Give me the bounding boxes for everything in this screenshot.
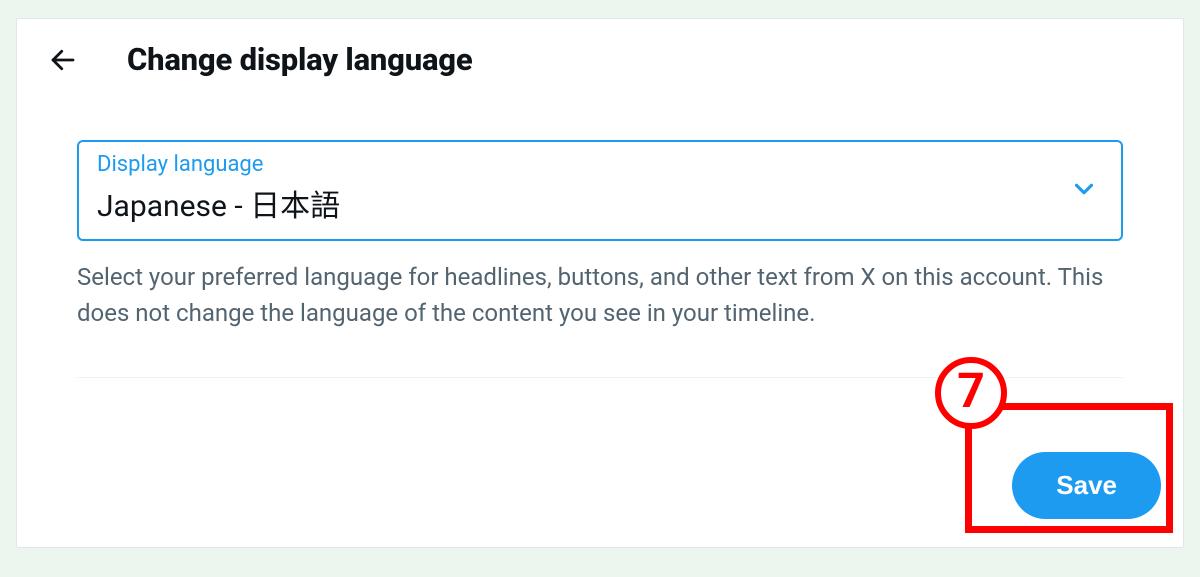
select-value: Japanese - 日本語: [97, 181, 1103, 225]
back-button[interactable]: [47, 44, 79, 76]
arrow-left-icon: [48, 45, 78, 75]
select-label: Display language: [97, 152, 1103, 177]
settings-card: Change display language Display language…: [16, 18, 1184, 548]
save-button[interactable]: Save: [1012, 452, 1161, 519]
divider: [77, 377, 1123, 378]
content-area: Display language Japanese - 日本語 Select y…: [17, 100, 1183, 378]
page-header: Change display language: [17, 19, 1183, 100]
display-language-select[interactable]: Display language Japanese - 日本語: [77, 140, 1123, 241]
chevron-down-icon: [1069, 174, 1099, 208]
page-title: Change display language: [127, 41, 472, 78]
footer: Save: [1012, 452, 1161, 519]
help-text: Select your preferred language for headl…: [77, 259, 1123, 331]
